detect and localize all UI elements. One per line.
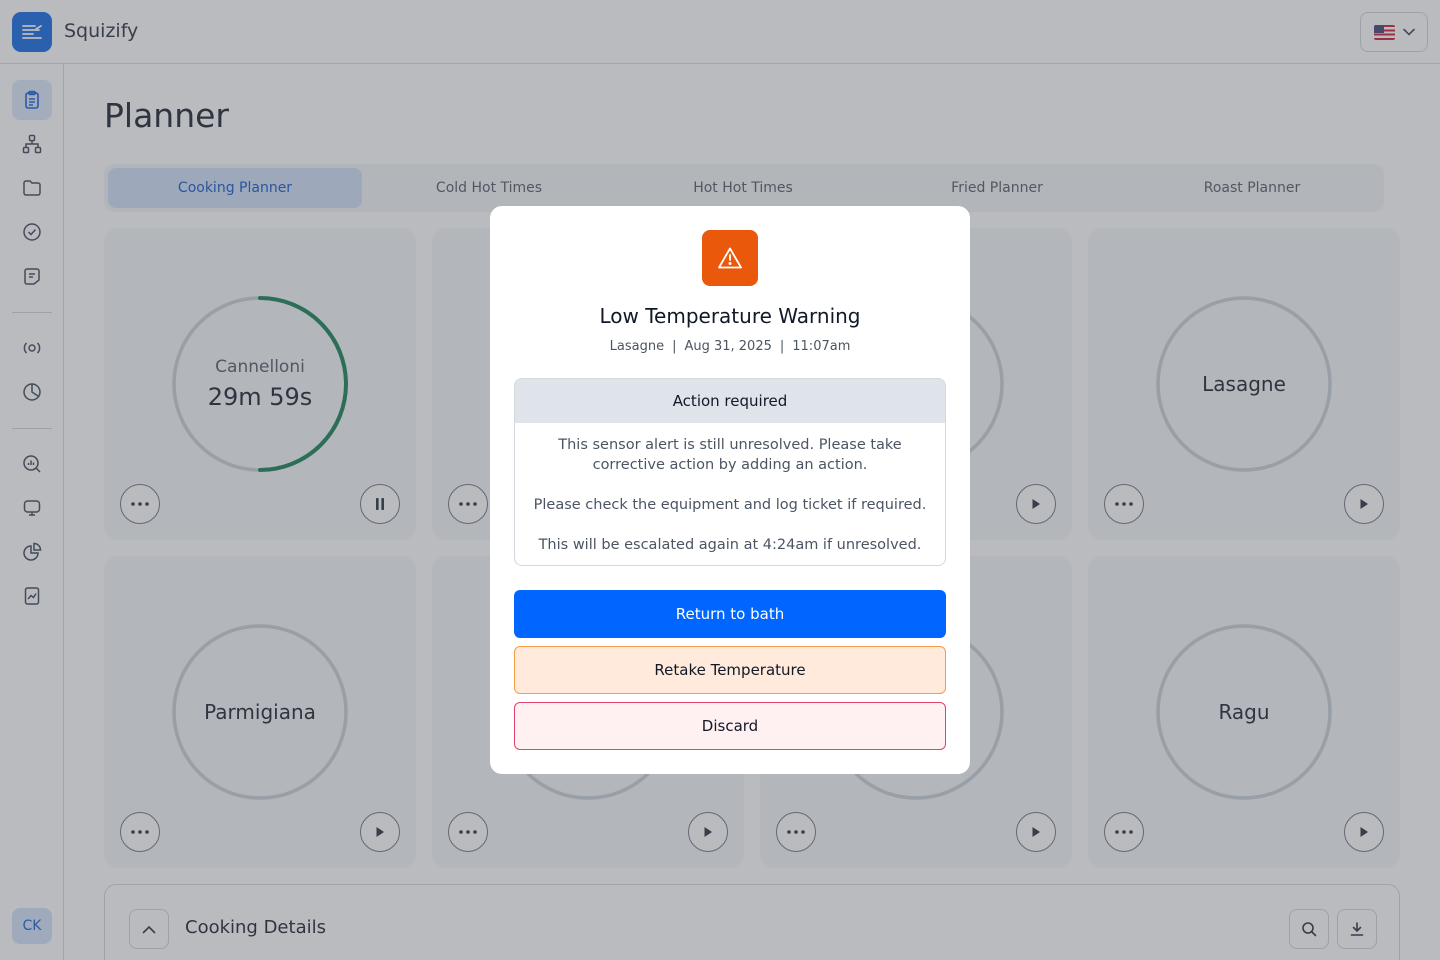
action-header: Action required (515, 379, 945, 423)
warning-triangle-icon (718, 247, 742, 269)
low-temperature-modal: Low Temperature Warning Lasagne | Aug 31, … (490, 206, 970, 774)
retake-temperature-button[interactable]: Retake Temperature (514, 646, 946, 694)
action-body: This sensor alert is still unresolved. P… (515, 423, 945, 565)
modal-meta: Lasagne | Aug 31, 2025 | 11:07am (490, 339, 970, 354)
meta-time: 11:07am (792, 339, 851, 354)
discard-button[interactable]: Discard (514, 702, 946, 750)
alert-message: This will be escalated again at 4:24am i… (538, 537, 922, 553)
return-to-bath-button[interactable]: Return to bath (514, 590, 946, 638)
meta-date: Aug 31, 2025 (684, 339, 772, 354)
alert-message: This sensor alert is still unresolved. P… (558, 437, 902, 473)
meta-separator: | (779, 339, 785, 354)
warning-badge (702, 230, 758, 286)
meta-item: Lasagne (609, 339, 665, 354)
modal-title: Low Temperature Warning (599, 304, 861, 328)
meta-separator: | (672, 339, 677, 354)
action-required-box: Action required This sensor alert is sti… (514, 378, 946, 566)
alert-message: Please check the equipment and log ticke… (533, 497, 927, 513)
